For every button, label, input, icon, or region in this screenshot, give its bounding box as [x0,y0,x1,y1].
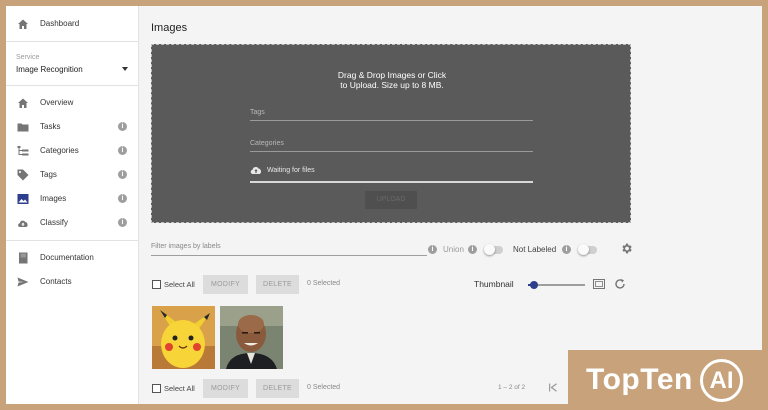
select-all-label: Select All [164,280,195,289]
sidebar-item-contacts[interactable]: Contacts [6,271,139,293]
sidebar-item-documentation[interactable]: Documentation [6,247,139,269]
union-label: Union [443,245,464,254]
upload-button[interactable]: UPLOAD [365,191,417,209]
sidebar-item-tags[interactable]: Tags i [6,164,139,186]
delete-button[interactable]: DELETE [256,379,299,398]
modify-button[interactable]: MODIFY [203,275,248,294]
sidebar-item-label: Contacts [40,277,72,286]
filter-input[interactable]: Filter images by labels [151,242,427,256]
divider [6,41,139,42]
cloud-upload-icon [250,166,262,174]
image-icon [17,194,29,204]
tags-input-underline [250,120,533,121]
sidebar-item-label: Tags [40,170,57,179]
service-label: Service [16,54,40,61]
gear-icon[interactable] [620,242,633,255]
thumbnail-label: Thumbnail [474,279,514,289]
image-thumbnail[interactable] [220,306,283,369]
divider [6,240,139,241]
portrait-image [220,306,283,369]
sidebar-item-dashboard[interactable]: Dashboard [6,13,139,35]
sidebar-item-classify[interactable]: Classify i [6,212,139,234]
fullscreen-icon[interactable] [593,279,605,289]
dropzone-instruction: to Upload. Size up to 8 MB. [340,80,444,90]
info-icon[interactable]: i [562,245,571,254]
service-select-value: Image Recognition [16,65,83,74]
sidebar-item-label: Dashboard [40,19,80,28]
sidebar-item-label: Documentation [40,253,94,262]
service-select[interactable]: Image Recognition [16,65,128,77]
selected-count: 0 Selected [307,384,341,391]
modify-button[interactable]: MODIFY [203,379,248,398]
refresh-icon[interactable] [614,278,626,290]
home-icon [18,19,28,29]
upload-progress-bar [250,181,533,183]
upload-status-text: Waiting for files [267,166,315,174]
info-icon[interactable]: i [118,194,127,203]
slider-thumb[interactable] [530,281,538,289]
sidebar: Dashboard Service Image Recognition Over… [6,6,139,404]
upload-dropzone[interactable]: Drag & Drop Images or Click to Upload. S… [151,44,631,223]
sidebar-item-label: Tasks [40,122,61,131]
select-all-checkbox[interactable] [152,384,161,393]
sidebar-item-label: Categories [40,146,79,155]
divider [6,85,139,86]
union-toggle[interactable] [484,244,503,255]
info-icon[interactable]: i [468,245,477,254]
pagination-range: 1 – 2 of 2 [498,384,526,391]
hierarchy-icon [17,146,29,156]
sidebar-item-label: Classify [40,218,69,227]
send-icon [17,277,29,287]
upload-status: Waiting for files [250,166,315,174]
not-labeled-label: Not Labeled [513,245,557,254]
book-icon [19,252,28,264]
select-all-label: Select All [164,384,195,393]
cloud-upload-icon [18,220,28,227]
select-all-checkbox[interactable] [152,280,161,289]
first-page-icon[interactable] [548,383,558,392]
pikachu-image [152,306,215,369]
sidebar-item-categories[interactable]: Categories i [6,140,139,162]
image-thumbnail[interactable] [152,306,215,369]
sidebar-item-label: Images [40,194,67,203]
categories-input-underline [250,151,533,152]
watermark-ai-badge: AI [700,359,743,402]
app-window: Dashboard Service Image Recognition Over… [6,6,762,404]
folder-icon [17,123,29,132]
sidebar-item-tasks[interactable]: Tasks i [6,116,139,138]
chevron-down-icon [122,67,128,71]
watermark-brand: TopTen [586,363,693,396]
not-labeled-toggle[interactable] [578,244,597,255]
tag-icon [17,169,29,181]
delete-button[interactable]: DELETE [256,275,299,294]
sidebar-item-images[interactable]: Images i [6,188,139,210]
categories-placeholder[interactable]: Categories [250,140,284,147]
topten-ai-watermark: TopTen AI [568,350,768,410]
info-icon[interactable]: i [428,245,437,254]
selected-count: 0 Selected [307,280,341,287]
info-icon[interactable]: i [118,122,127,131]
thumbnail-size-slider[interactable] [528,281,585,289]
filter-placeholder: Filter images by labels [151,243,221,250]
page-title: Images [151,22,188,34]
info-icon[interactable]: i [118,146,127,155]
sidebar-item-label: Overview [40,98,74,107]
info-icon[interactable]: i [118,218,127,227]
tags-placeholder[interactable]: Tags [250,109,265,116]
sidebar-item-overview[interactable]: Overview [6,92,139,114]
home-icon [18,98,28,108]
info-icon[interactable]: i [118,170,127,179]
